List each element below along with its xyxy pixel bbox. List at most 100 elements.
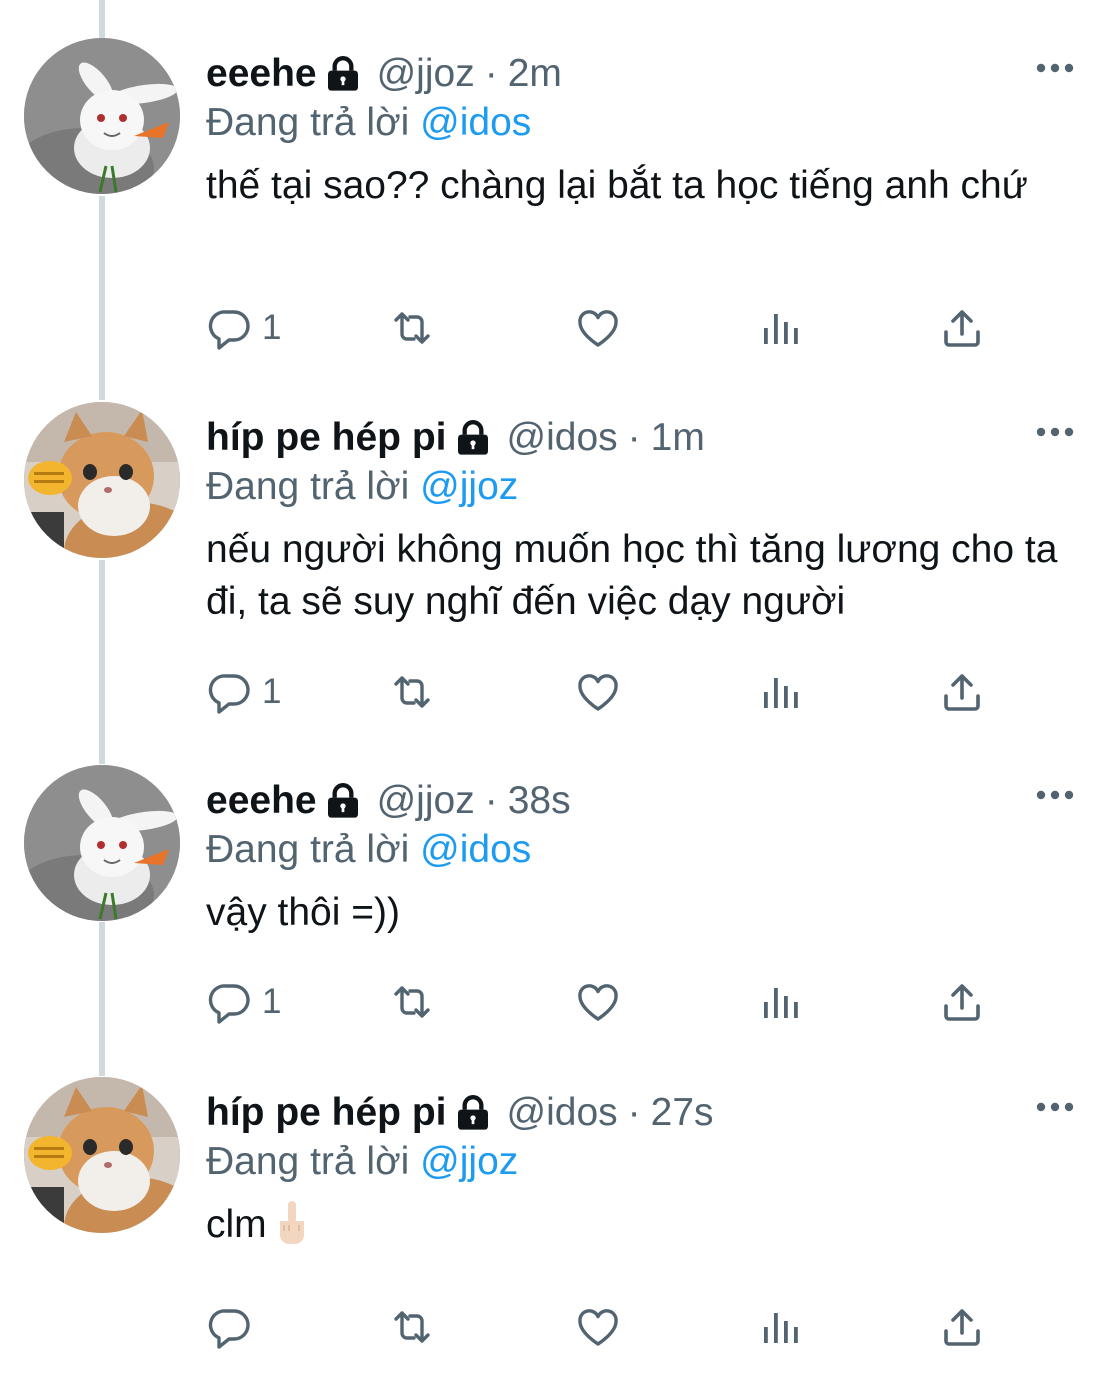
views-button[interactable] [756, 972, 804, 1032]
mention-link[interactable]: @idos [420, 101, 531, 144]
handle[interactable]: @jjoz [377, 46, 475, 102]
replying-to-label: Đang trả lời [206, 1140, 410, 1183]
tweet-header: eeehe @jjoz · 38s [206, 773, 571, 829]
views-button[interactable] [756, 662, 804, 722]
reply-count: 1 [262, 982, 282, 1021]
views-icon [756, 304, 804, 352]
display-name[interactable]: híp pe hép pi [206, 410, 447, 466]
retweet-icon [388, 304, 436, 352]
reply-icon [206, 668, 254, 716]
heart-icon [574, 304, 622, 352]
replying-to: Đang trả lời @jjoz [206, 1134, 518, 1190]
action-bar [0, 1297, 1119, 1357]
display-name[interactable]: híp pe hép pi [206, 1085, 447, 1141]
like-button[interactable] [574, 1297, 622, 1357]
lock-icon [323, 781, 363, 821]
mention-link[interactable]: @jjoz [420, 1140, 518, 1183]
like-button[interactable] [574, 972, 622, 1032]
tweet-text-body: clm [206, 1203, 267, 1246]
timestamp[interactable]: 38s [508, 773, 571, 829]
handle[interactable]: @idos [507, 1085, 618, 1141]
more-icon[interactable] [1035, 426, 1075, 438]
tweet-text: thế tại sao?? chàng lại bắt ta học tiếng… [206, 164, 1028, 207]
more-icon[interactable] [1035, 62, 1075, 74]
avatar[interactable] [24, 1077, 180, 1233]
more-icon[interactable] [1035, 789, 1075, 801]
separator: · [484, 779, 498, 822]
retweet-button[interactable] [388, 662, 436, 722]
views-button[interactable] [756, 1297, 804, 1357]
action-bar: 1 [0, 298, 1119, 358]
share-button[interactable] [938, 1297, 986, 1357]
share-icon [938, 1303, 986, 1351]
replying-to-label: Đang trả lời [206, 828, 410, 871]
mention-link[interactable]: @jjoz [420, 465, 518, 508]
thread-connector [99, 0, 105, 38]
replying-to: Đang trả lời @idos [206, 95, 531, 151]
handle[interactable]: @jjoz [377, 773, 475, 829]
timestamp[interactable]: 1m [651, 410, 705, 466]
tweet-header: híp pe hép pi @idos · 27s [206, 1085, 714, 1141]
heart-icon [574, 668, 622, 716]
retweet-button[interactable] [388, 298, 436, 358]
share-icon [938, 304, 986, 352]
views-icon [756, 1303, 804, 1351]
heart-icon [574, 1303, 622, 1351]
avatar[interactable] [24, 402, 180, 558]
tweet[interactable]: eeehe @jjoz · 2m Đang trả lời @idos thế … [0, 38, 1119, 378]
reply-button[interactable]: 1 [206, 298, 281, 358]
replying-to-label: Đang trả lời [206, 101, 410, 144]
share-button[interactable] [938, 662, 986, 722]
replying-to-label: Đang trả lời [206, 465, 410, 508]
retweet-icon [388, 978, 436, 1026]
avatar[interactable] [24, 765, 180, 921]
reply-icon [206, 978, 254, 1026]
timestamp[interactable]: 27s [651, 1085, 714, 1141]
retweet-icon [388, 1303, 436, 1351]
reply-button[interactable]: 1 [206, 972, 281, 1032]
lock-icon [323, 54, 363, 94]
share-button[interactable] [938, 972, 986, 1032]
separator: · [484, 52, 498, 95]
display-name[interactable]: eeehe [206, 46, 317, 102]
tweet-text: vậy thôi =)) [206, 891, 400, 934]
separator: · [627, 1091, 641, 1134]
views-icon [756, 978, 804, 1026]
separator: · [627, 416, 641, 459]
display-name[interactable]: eeehe [206, 773, 317, 829]
reply-count: 1 [262, 672, 282, 711]
share-icon [938, 668, 986, 716]
views-button[interactable] [756, 298, 804, 358]
share-button[interactable] [938, 298, 986, 358]
replying-to: Đang trả lời @idos [206, 822, 531, 878]
avatar[interactable] [24, 38, 180, 194]
lock-icon [453, 1093, 493, 1133]
like-button[interactable] [574, 298, 622, 358]
timestamp[interactable]: 2m [508, 46, 562, 102]
tweet-header: híp pe hép pi @idos · 1m [206, 410, 705, 466]
middle-finger-emoji [275, 1199, 309, 1245]
more-icon[interactable] [1035, 1101, 1075, 1113]
action-bar: 1 [0, 662, 1119, 722]
retweet-icon [388, 668, 436, 716]
tweet-text: clm [206, 1199, 1086, 1251]
reply-icon [206, 304, 254, 352]
mention-link[interactable]: @idos [420, 828, 531, 871]
handle[interactable]: @idos [507, 410, 618, 466]
reply-button[interactable]: 1 [206, 662, 281, 722]
tweet[interactable]: eeehe @jjoz · 38s Đang trả lời @idos vậy… [0, 765, 1119, 1055]
views-icon [756, 668, 804, 716]
tweet[interactable]: híp pe hép pi @idos · 1m Đang trả lời @j… [0, 402, 1119, 742]
action-bar: 1 [0, 972, 1119, 1032]
tweet-text: nếu người không muốn học thì tăng lương … [206, 528, 1058, 623]
tweet[interactable]: híp pe hép pi @idos · 27s Đang trả lời @… [0, 1077, 1119, 1387]
retweet-button[interactable] [388, 1297, 436, 1357]
reply-button[interactable] [206, 1297, 262, 1357]
retweet-button[interactable] [388, 972, 436, 1032]
like-button[interactable] [574, 662, 622, 722]
tweet-header: eeehe @jjoz · 2m [206, 46, 562, 102]
reply-thread: eeehe @jjoz · 2m Đang trả lời @idos thế … [0, 0, 1119, 1399]
replying-to: Đang trả lời @jjoz [206, 459, 518, 515]
share-icon [938, 978, 986, 1026]
reply-count: 1 [262, 308, 282, 347]
